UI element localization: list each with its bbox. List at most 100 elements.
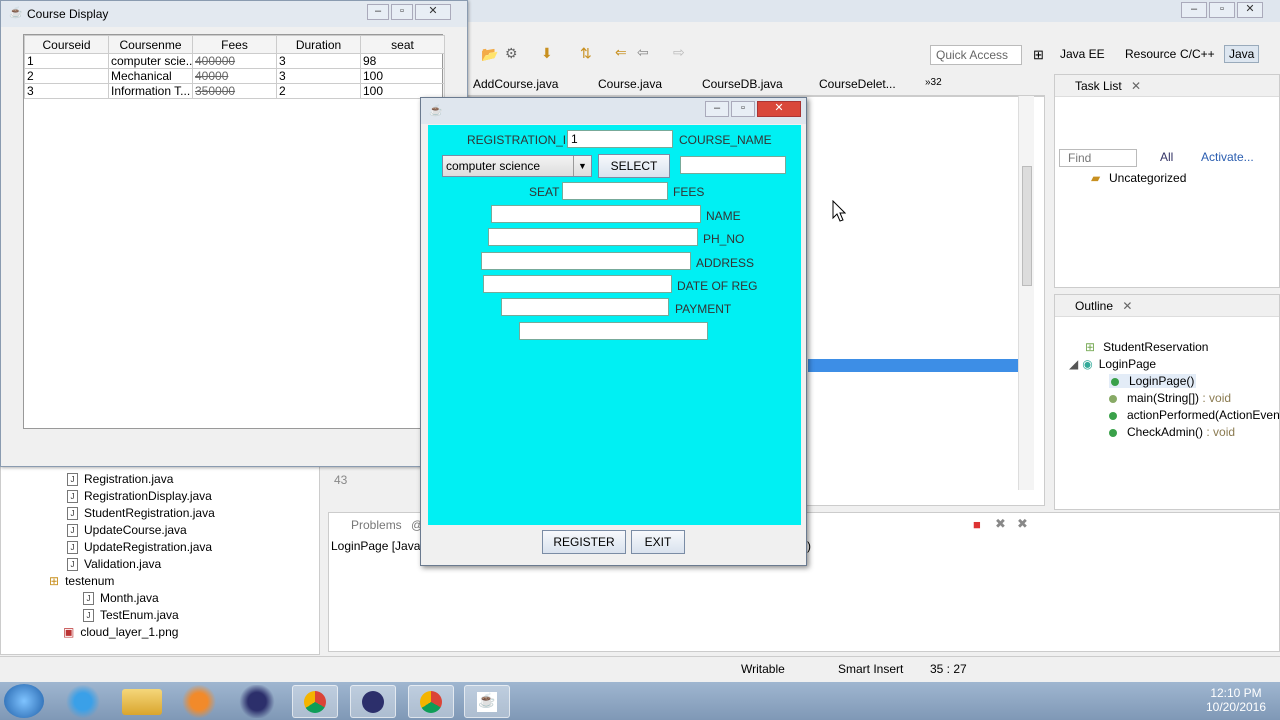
close-button[interactable]: ✕ xyxy=(757,101,801,117)
back-icon[interactable]: ⇐ xyxy=(615,44,627,61)
column-header-coursename[interactable]: Coursenme xyxy=(108,35,193,54)
table-row[interactable]: 3 Information T... 350000 2 100 xyxy=(24,83,445,99)
course-display-title-bar: ☕ Course Display – ▫ ✕ xyxy=(1,1,467,27)
registration-id-field[interactable]: 1 xyxy=(567,130,673,148)
system-clock[interactable]: 12:10 PM 10/20/2016 xyxy=(1200,686,1272,714)
editor-scrollbar[interactable] xyxy=(1018,96,1034,490)
editor-tab-bar: AddCourse.java Course.java CourseDB.java… xyxy=(465,74,1045,96)
minimize-button[interactable]: – xyxy=(1181,2,1207,18)
task-find-input[interactable]: Find xyxy=(1059,149,1137,167)
open-folder-icon[interactable]: 📂 xyxy=(481,46,498,63)
more-tabs[interactable]: »32 xyxy=(925,77,942,88)
table-row[interactable]: 2 Mechanical 40000 3 100 xyxy=(24,68,445,84)
tab-course[interactable]: Course.java xyxy=(598,77,662,91)
tab-addcourse[interactable]: AddCourse.java xyxy=(473,77,558,91)
address-field[interactable] xyxy=(481,252,691,270)
task-activate-link[interactable]: Activate... xyxy=(1201,150,1254,164)
package-icon: ⊞ xyxy=(49,574,60,588)
eclipse-active-icon[interactable] xyxy=(350,685,396,718)
method-icon xyxy=(1111,377,1119,386)
extra-field[interactable] xyxy=(519,322,708,340)
file-item[interactable]: J Month.java xyxy=(83,591,159,606)
outline-item-package[interactable]: ⊞ StudentReservation xyxy=(1085,340,1208,354)
package-explorer: J Registration.java J RegistrationDisplay.… xyxy=(0,465,320,655)
minimize-button[interactable]: – xyxy=(367,4,389,20)
outline-item-action[interactable]: actionPerformed(ActionEvent xyxy=(1109,408,1280,422)
perspective-java-ee[interactable]: Java EE xyxy=(1060,47,1105,61)
search-icon[interactable]: ⬇ xyxy=(541,45,553,62)
file-item[interactable]: J Registration.java xyxy=(67,472,173,487)
perspective-java[interactable]: Java xyxy=(1224,45,1260,63)
exit-button[interactable]: EXIT xyxy=(631,530,685,554)
java-app-icon[interactable]: ☕ xyxy=(464,685,510,718)
nav-back-icon[interactable]: ⇦ xyxy=(637,44,649,61)
register-button[interactable]: REGISTER xyxy=(542,530,626,554)
close-button[interactable]: ✕ xyxy=(1237,2,1263,18)
media-player-icon[interactable] xyxy=(176,685,222,718)
file-item[interactable]: J RegistrationDisplay.java xyxy=(67,489,212,504)
seat-field[interactable] xyxy=(562,182,668,200)
task-filter-all[interactable]: All xyxy=(1160,150,1173,164)
outline-title[interactable]: Outline xyxy=(1075,299,1113,313)
close-icon[interactable]: ✕ xyxy=(1131,79,1141,93)
task-list-title[interactable]: Task List xyxy=(1075,79,1122,93)
minimize-button[interactable]: – xyxy=(705,101,729,117)
eclipse-icon[interactable] xyxy=(234,685,280,718)
nav-forward-icon[interactable]: ⇨ xyxy=(673,44,685,61)
phone-field[interactable] xyxy=(488,228,698,246)
perspective-cpp[interactable]: C/C++ xyxy=(1180,47,1215,61)
tab-coursedelete[interactable]: CourseDelet... xyxy=(819,77,896,91)
table-cell: computer scie... xyxy=(108,53,193,69)
outline-item-constructor[interactable]: LoginPage() xyxy=(1109,374,1197,388)
eclipse-window-controls: – ▫ ✕ xyxy=(1181,2,1263,18)
column-header-duration[interactable]: Duration xyxy=(276,35,361,54)
perspective-resource[interactable]: Resource xyxy=(1125,47,1176,61)
maximize-button[interactable]: ▫ xyxy=(391,4,413,20)
maximize-button[interactable]: ▫ xyxy=(1209,2,1235,18)
select-button[interactable]: SELECT xyxy=(598,154,670,178)
close-button[interactable]: ✕ xyxy=(415,4,451,20)
table-cell: 100 xyxy=(360,68,445,84)
task-category[interactable]: Uncategorized xyxy=(1109,171,1186,185)
tab-coursedb[interactable]: CourseDB.java xyxy=(702,77,783,91)
table-row[interactable]: 1 computer scie... 400000 3 98 xyxy=(24,53,445,69)
chrome-icon[interactable] xyxy=(292,685,338,718)
course-select-dropdown[interactable]: computer science ▼ xyxy=(442,155,592,177)
outline-item-checkadmin[interactable]: CheckAdmin() : void xyxy=(1109,425,1235,439)
column-header-seat[interactable]: seat xyxy=(360,35,445,54)
file-item[interactable]: J StudentRegistration.java xyxy=(67,506,215,521)
remove-launch-icon[interactable]: ✖ xyxy=(995,516,1006,532)
internet-explorer-icon[interactable] xyxy=(60,685,106,718)
package-item[interactable]: ⊞ testenum xyxy=(49,574,114,588)
pin-icon[interactable]: ⇅ xyxy=(580,45,592,62)
quick-access-input[interactable]: Quick Access xyxy=(930,45,1022,65)
course-name-label: COURSE_NAME xyxy=(679,133,772,147)
outline-item-main[interactable]: main(String[]) : void xyxy=(1109,391,1231,405)
file-item[interactable]: ▣ cloud_layer_1.png xyxy=(63,625,178,639)
column-header-courseid[interactable]: Courseid xyxy=(24,35,109,54)
start-button[interactable] xyxy=(4,684,44,718)
date-of-reg-field[interactable] xyxy=(483,275,672,293)
outline-item-class[interactable]: ◢ ◉ LoginPage xyxy=(1069,357,1156,371)
terminate-icon[interactable]: ■ xyxy=(973,517,981,532)
file-item[interactable]: J Validation.java xyxy=(67,557,161,572)
file-explorer-icon[interactable] xyxy=(122,689,162,715)
file-item[interactable]: J TestEnum.java xyxy=(83,608,179,623)
chrome-active-icon[interactable] xyxy=(408,685,454,718)
method-icon xyxy=(1109,411,1117,420)
tab-problems[interactable]: Problems xyxy=(351,518,402,532)
close-icon[interactable]: ✕ xyxy=(1122,299,1132,313)
remove-all-icon[interactable]: ✖ xyxy=(1017,516,1028,532)
payment-field[interactable] xyxy=(501,298,669,316)
eclipse-title-bar: – ▫ ✕ xyxy=(465,0,1280,22)
file-item[interactable]: J UpdateRegistration.java xyxy=(67,540,212,555)
run-config-icon[interactable]: ⚙ xyxy=(505,45,518,62)
maximize-button[interactable]: ▫ xyxy=(731,101,755,117)
course-name-field[interactable] xyxy=(680,156,786,174)
file-item[interactable]: J UpdateCourse.java xyxy=(67,523,187,538)
column-header-fees[interactable]: Fees xyxy=(192,35,277,54)
chevron-down-icon[interactable]: ▼ xyxy=(573,156,591,176)
name-field[interactable] xyxy=(491,205,701,223)
java-file-icon: J xyxy=(67,473,78,487)
open-perspective-icon[interactable]: ⊞ xyxy=(1033,47,1044,63)
